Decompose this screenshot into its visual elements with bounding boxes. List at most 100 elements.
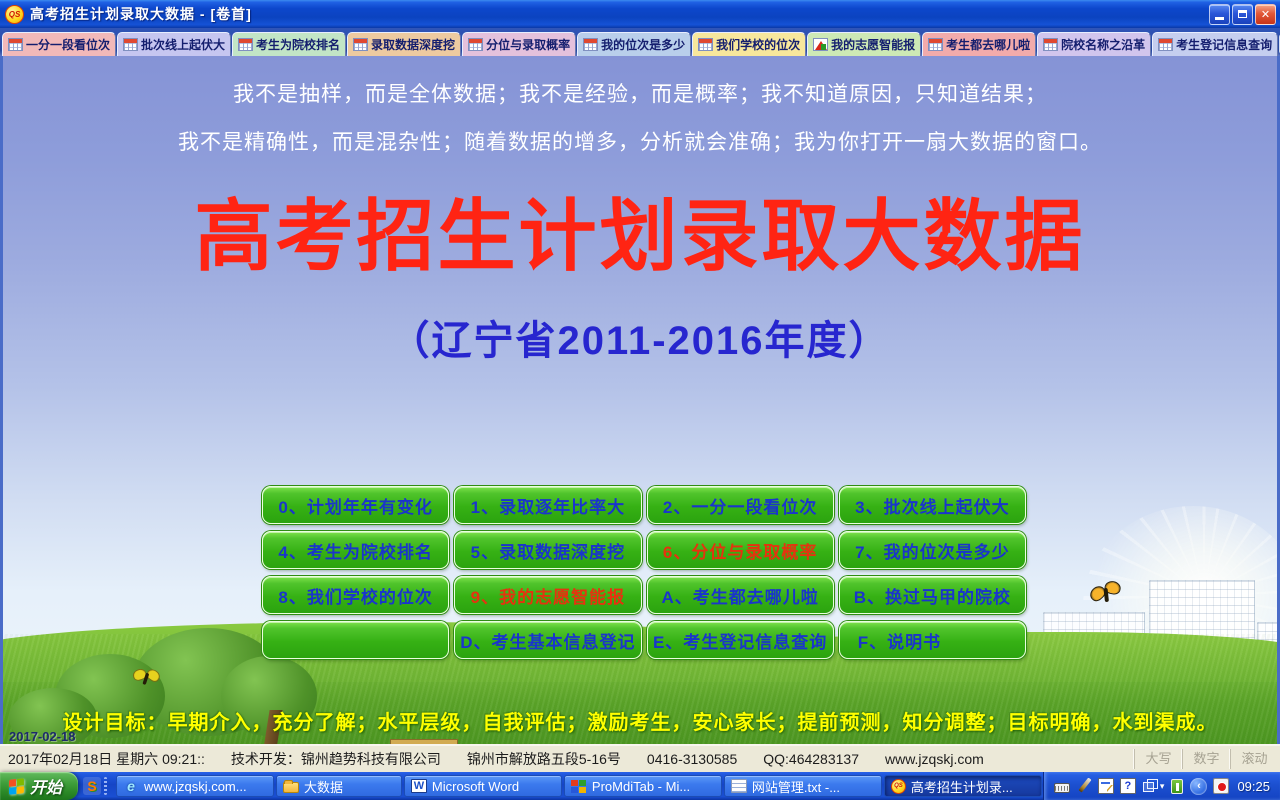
task-button-word[interactable]: W Microsoft Word [404,775,562,797]
task-label: ProMdiTab - Mi... [592,779,690,794]
recorder-icon[interactable] [1213,778,1229,794]
status-address: 锦州市解放路五段5-16号 [467,749,621,769]
start-button[interactable]: 开始 [0,772,78,800]
num-lock-indicator: 数字 [1182,749,1230,769]
grid-icon [238,38,253,51]
status-qq: QQ:464283137 [763,751,859,767]
quick-launch-area: S [78,772,115,800]
windows-logo-icon [9,778,24,795]
qs-logo-icon: QS [891,779,906,794]
page-title: 高考招生计划录取大数据 [3,188,1277,286]
tab-label: 院校名称之沿革 [1061,36,1145,53]
menu-button-d[interactable]: D、考生基本信息登记 [454,621,641,659]
tab-item-5[interactable]: 我的位次是多少 [577,32,691,56]
menu-button-6[interactable]: 6、分位与录取概率 [647,531,834,569]
tab-label: 我的位次是多少 [601,36,685,53]
status-developer: 技术开发：锦州趋势科技有限公司 [231,749,441,769]
close-icon: ✕ [1261,8,1270,21]
tab-item-9[interactable]: 院校名称之沿革 [1037,32,1151,56]
task-label: 高考招生计划录... [911,777,1013,796]
keyboard-icon[interactable] [1054,783,1070,793]
status-datetime: 2017年02月18日 星期六 09:21:: [8,749,205,769]
system-tray: ? ▾ ‹ 09:25 [1043,772,1280,800]
scroll-lock-indicator: 滚动 [1230,749,1278,769]
tab-item-1[interactable]: 批次线上起伏大 [117,32,231,56]
menu-button-b[interactable]: B、换过马甲的院校 [839,576,1026,614]
menu-button-0[interactable]: 0、计划年年有变化 [262,486,449,524]
window-controls: ✕ [1209,4,1276,25]
status-website: www.jzqskj.com [885,751,984,767]
intro-line-1: 我不是抽样，而是全体数据；我不是经验，而是概率；我不知道原因，只知道结果； [3,78,1277,108]
task-button-notepad[interactable]: 网站管理.txt -... [724,775,882,797]
tab-item-6[interactable]: 我们学校的位次 [692,32,806,56]
menu-button-1[interactable]: 1、录取逐年比率大 [454,486,641,524]
title-bar: QS 高考招生计划录取大数据 - [卷首] ✕ [0,0,1280,28]
tab-item-7[interactable]: 我的志愿智能报 [807,32,921,56]
menu-button-8[interactable]: 8、我们学校的位次 [262,576,449,614]
page-subtitle: （辽宁省2011-2016年度） [3,308,1277,366]
taskbar-clock: 09:25 [1237,779,1270,794]
menu-button-2[interactable]: 2、一分一段看位次 [647,486,834,524]
usb-icon[interactable] [1171,779,1183,794]
tab-label: 批次线上起伏大 [141,36,225,53]
menu-button-f[interactable]: F、说明书 [839,621,1026,659]
menu-button-e[interactable]: E、考生登记信息查询 [647,621,834,659]
messenger-icon[interactable]: S [83,777,101,795]
minimize-icon [1215,17,1224,20]
status-phone: 0416-3130585 [647,751,737,767]
windows-stack-icon[interactable] [1142,778,1158,794]
menu-button-7[interactable]: 7、我的位次是多少 [839,531,1026,569]
tab-label: 分位与录取概率 [486,36,570,53]
task-label: Microsoft Word [432,779,519,794]
menu-button-blank[interactable] [262,621,449,659]
task-button-folder[interactable]: 大数据 [276,775,402,797]
task-button-bigdata-app[interactable]: QS 高考招生计划录... [884,775,1042,797]
menu-button-4[interactable]: 4、考生为院校排名 [262,531,449,569]
tab-item-0[interactable]: 一分一段看位次 [2,32,116,56]
caps-lock-indicator: 大写 [1134,749,1182,769]
status-bar: 2017年02月18日 星期六 09:21:: 技术开发：锦州趋势科技有限公司 … [0,744,1280,772]
start-label: 开始 [30,774,62,798]
menu-button-5[interactable]: 5、录取数据深度挖 [454,531,641,569]
app-grid-icon [571,780,587,794]
tab-label: 我们学校的位次 [716,36,800,53]
grid-icon [1158,38,1173,51]
task-label: 网站管理.txt -... [752,777,840,796]
menu-button-9[interactable]: 9、我的志愿智能报 [454,576,641,614]
restore-button[interactable] [1232,4,1253,25]
tab-label: 考生为院校排名 [256,36,340,53]
tab-bar: 一分一段看位次 批次线上起伏大 考生为院校排名 录取数据深度挖 分位与录取概率 … [0,28,1280,56]
task-label: 大数据 [304,777,343,796]
grid-icon [698,38,713,51]
notepad-icon [731,779,747,793]
menu-button-3[interactable]: 3、批次线上起伏大 [839,486,1026,524]
tab-label: 录取数据深度挖 [371,36,455,53]
toolbar-handle[interactable] [104,777,107,795]
window-title: 高考招生计划录取大数据 - [卷首] [30,4,252,24]
grid-icon [583,38,598,51]
hide-icons-arrow-icon[interactable]: ‹ [1190,778,1207,795]
task-button-browser[interactable]: e www.jzqskj.com... [116,775,274,797]
grid-icon [928,38,943,51]
tab-label: 考生都去哪儿啦 [946,36,1030,53]
status-indicators: 大写 数字 滚动 [1134,749,1278,769]
tab-item-3[interactable]: 录取数据深度挖 [347,32,461,56]
app-logo-icon: QS [5,5,24,24]
input-pad-icon[interactable] [1098,778,1114,794]
grid-icon [353,38,368,51]
tab-item-2[interactable]: 考生为院校排名 [232,32,346,56]
tab-item-8[interactable]: 考生都去哪儿啦 [922,32,1036,56]
minimize-button[interactable] [1209,4,1230,25]
date-stamp: 2017-02-18 [9,729,76,744]
help-icon[interactable]: ? [1120,778,1136,794]
chevron-down-icon[interactable]: ▾ [1160,781,1165,792]
task-button-promditab[interactable]: ProMdiTab - Mi... [564,775,722,797]
tab-item-10[interactable]: 考生登记信息查询 [1152,32,1278,56]
menu-button-a[interactable]: A、考生都去哪儿啦 [647,576,834,614]
close-button[interactable]: ✕ [1255,4,1276,25]
design-goal-text: 设计目标：早期介入，充分了解；水平层级，自我评估；激励考生，安心家长；提前预测，… [3,706,1277,735]
pen-icon[interactable] [1076,778,1092,794]
tab-item-4[interactable]: 分位与录取概率 [462,32,576,56]
grid-icon [8,38,23,51]
task-label: www.jzqskj.com... [144,779,247,794]
